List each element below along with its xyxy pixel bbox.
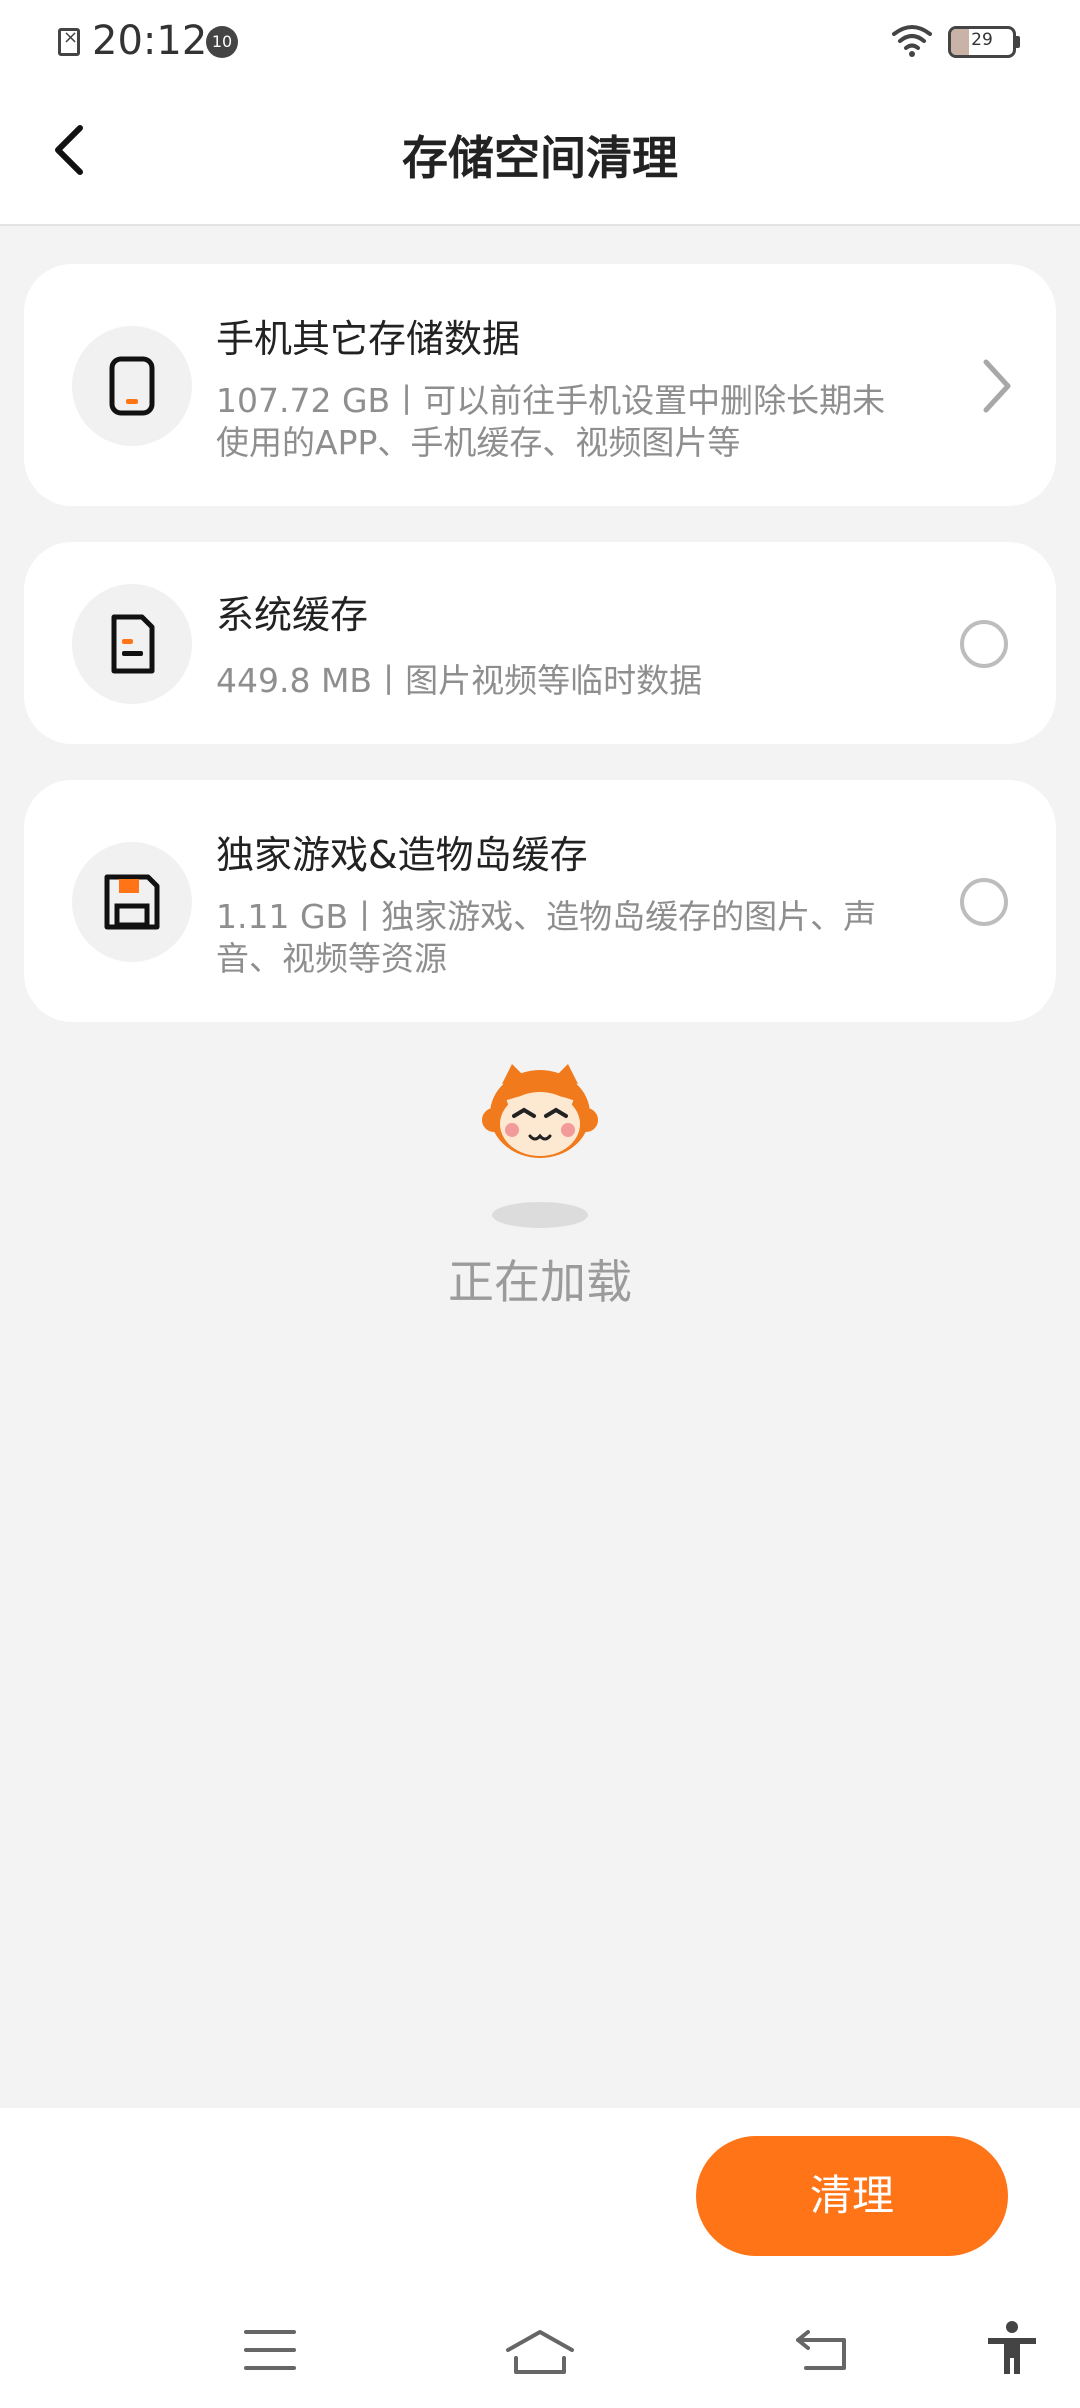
mascot-shadow: [492, 1202, 588, 1228]
no-sim-icon: [58, 27, 80, 56]
storage-item-other-data[interactable]: 手机其它存储数据 107.72 GB丨可以前往手机设置中删除长期未使用的APP、…: [24, 264, 1056, 506]
item-title: 独家游戏&造物岛缓存: [216, 833, 588, 877]
notification-badge: 10: [206, 26, 238, 58]
storage-item-system-cache[interactable]: 系统缓存 449.8 MB丨图片视频等临时数据: [24, 542, 1056, 744]
bottom-bar: 清理: [0, 2108, 1080, 2408]
item-description: 449.8 MB丨图片视频等临时数据: [216, 661, 703, 700]
save-icon-wrap: [72, 842, 192, 962]
battery-nub: [1016, 36, 1020, 48]
back-icon[interactable]: [796, 2328, 852, 2372]
wifi-icon: [892, 25, 932, 57]
chevron-right-icon[interactable]: [976, 356, 1016, 416]
status-time: 20:12: [92, 18, 208, 64]
storage-item-game-cache[interactable]: 独家游戏&造物岛缓存 1.11 GB丨独家游戏、造物岛缓存的图片、声音、视频等资…: [24, 780, 1056, 1022]
item-description: 1.11 GB丨独家游戏、造物岛缓存的图片、声音、视频等资源: [216, 897, 877, 978]
phone-icon: [109, 356, 155, 416]
app-header: 存储空间清理: [0, 84, 1080, 226]
item-title: 手机其它存储数据: [216, 317, 521, 361]
clean-button[interactable]: 清理: [696, 2136, 1008, 2256]
item-title: 系统缓存: [216, 593, 369, 637]
phone-icon-wrap: [72, 326, 192, 446]
item-description: 107.72 GB丨可以前往手机设置中删除长期未使用的APP、手机缓存、视频图片…: [216, 381, 886, 462]
battery-level: 29: [971, 30, 993, 50]
select-radio[interactable]: [960, 878, 1008, 926]
document-icon-wrap: [72, 584, 192, 704]
battery-icon: 29: [948, 26, 1016, 58]
mascot-icon: [482, 1064, 598, 1158]
loading-text: 正在加载: [448, 1255, 632, 1309]
save-icon: [104, 874, 160, 930]
page-title: 存储空间清理: [402, 131, 678, 185]
select-radio[interactable]: [960, 620, 1008, 668]
menu-icon[interactable]: [244, 2328, 296, 2372]
accessibility-icon[interactable]: [984, 2320, 1040, 2376]
home-icon[interactable]: [504, 2328, 576, 2376]
document-icon: [111, 614, 155, 674]
status-bar: 20:12 10 29: [0, 0, 1080, 84]
